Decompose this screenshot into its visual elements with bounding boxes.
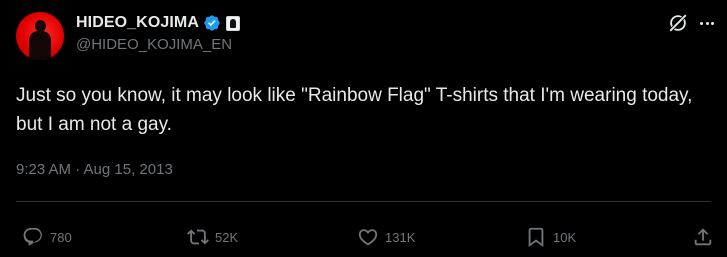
repost-count: 52K bbox=[215, 229, 239, 245]
bookmark-icon bbox=[528, 227, 544, 248]
bookmark-button[interactable]: 10K bbox=[525, 222, 576, 252]
tweet-timestamp[interactable]: 9:23 AM · Aug 15, 2013 bbox=[16, 161, 173, 178]
reply-icon bbox=[23, 227, 42, 246]
repost-icon bbox=[187, 229, 209, 245]
reply-count: 780 bbox=[50, 229, 72, 245]
tweet-card: HIDEO_KOJIMA @HIDEO_KOJIMA_EN Just so yo… bbox=[0, 0, 727, 257]
verified-badge-icon[interactable] bbox=[203, 14, 221, 32]
avatar[interactable] bbox=[16, 12, 64, 60]
share-button[interactable] bbox=[692, 222, 714, 252]
bookmark-count: 10K bbox=[553, 229, 577, 245]
more-options-button[interactable] bbox=[696, 12, 718, 34]
author-handle[interactable]: @HIDEO_KOJIMA_EN bbox=[76, 36, 232, 53]
like-button[interactable]: 131K bbox=[357, 222, 415, 252]
author-display-name[interactable]: HIDEO_KOJIMA bbox=[76, 14, 199, 32]
more-horizontal-icon bbox=[700, 21, 704, 25]
avatar-figure-body bbox=[29, 31, 51, 60]
divider bbox=[16, 201, 711, 202]
author-name-row: HIDEO_KOJIMA bbox=[76, 12, 240, 34]
tweet-text: Just so you know, it may look like "Rain… bbox=[16, 85, 698, 135]
like-count: 131K bbox=[385, 229, 416, 245]
affiliate-badge-icon[interactable] bbox=[226, 15, 240, 31]
repost-button[interactable]: 52K bbox=[187, 222, 238, 252]
grok-icon[interactable] bbox=[667, 12, 689, 34]
heart-icon bbox=[358, 229, 378, 246]
tweet-actions-bar: 780 52K 131K 10K bbox=[0, 222, 727, 252]
share-icon bbox=[694, 228, 712, 246]
reply-button[interactable]: 780 bbox=[22, 222, 72, 252]
